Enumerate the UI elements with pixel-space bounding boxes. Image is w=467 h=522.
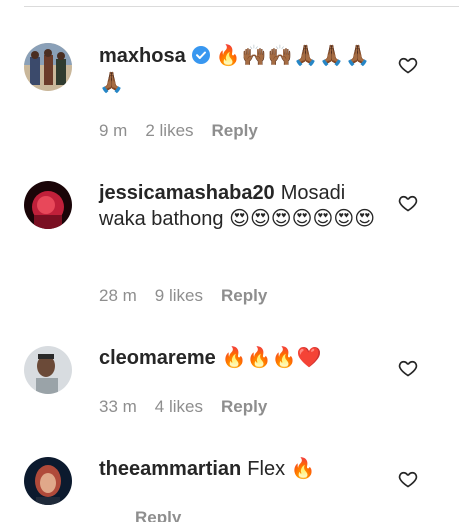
username[interactable]: jessicamashaba20 (99, 182, 275, 204)
comment-body: Flex 🔥 (247, 458, 316, 480)
comment-meta: Reply (99, 508, 199, 522)
likes-count[interactable]: 4 likes (155, 397, 203, 416)
comment-time: 28 m (99, 286, 137, 305)
likes-count[interactable]: 2 likes (145, 121, 193, 140)
reply-button[interactable]: Reply (221, 397, 267, 416)
username[interactable]: cleomareme (99, 347, 216, 369)
reply-button[interactable]: Reply (221, 286, 267, 305)
divider (24, 6, 459, 7)
avatar[interactable] (24, 43, 72, 91)
comment-meta: 33 m 4 likes Reply (99, 397, 285, 417)
avatar[interactable] (24, 457, 72, 505)
reply-button[interactable]: Reply (212, 121, 258, 140)
username[interactable]: theeammartian (99, 458, 241, 480)
comment-meta: 28 m 9 likes Reply (99, 286, 285, 306)
comment-text: jessicamashaba20 Mosadi waka bathong 😍😍😍😍… (99, 180, 389, 232)
comment-text: maxhosa 🔥🙌🏾🙌🏾🙏🏾🙏🏾🙏🏾🙏🏾 (99, 42, 389, 96)
username[interactable]: maxhosa (99, 45, 186, 67)
heart-outline-icon[interactable] (398, 469, 418, 489)
comment-time: 33 m (99, 397, 137, 416)
heart-outline-icon[interactable] (398, 55, 418, 75)
likes-count[interactable]: 9 likes (155, 286, 203, 305)
heart-outline-icon[interactable] (398, 193, 418, 213)
comment-time: 9 m (99, 121, 128, 140)
comments-page: maxhosa 🔥🙌🏾🙌🏾🙏🏾🙏🏾🙏🏾🙏🏾 9 m 2 likes Reply jes… (0, 0, 467, 522)
avatar[interactable] (24, 181, 72, 229)
heart-outline-icon[interactable] (398, 358, 418, 378)
avatar[interactable] (24, 346, 72, 394)
comment-meta: 9 m 2 likes Reply (99, 121, 276, 141)
verified-badge-icon (191, 45, 210, 64)
reply-button[interactable]: Reply (135, 508, 181, 522)
comment-text: theeammartian Flex 🔥 (99, 456, 389, 482)
comment-text: cleomareme 🔥🔥🔥❤️ (99, 345, 389, 371)
comment-body: 🔥🔥🔥❤️ (221, 347, 322, 369)
